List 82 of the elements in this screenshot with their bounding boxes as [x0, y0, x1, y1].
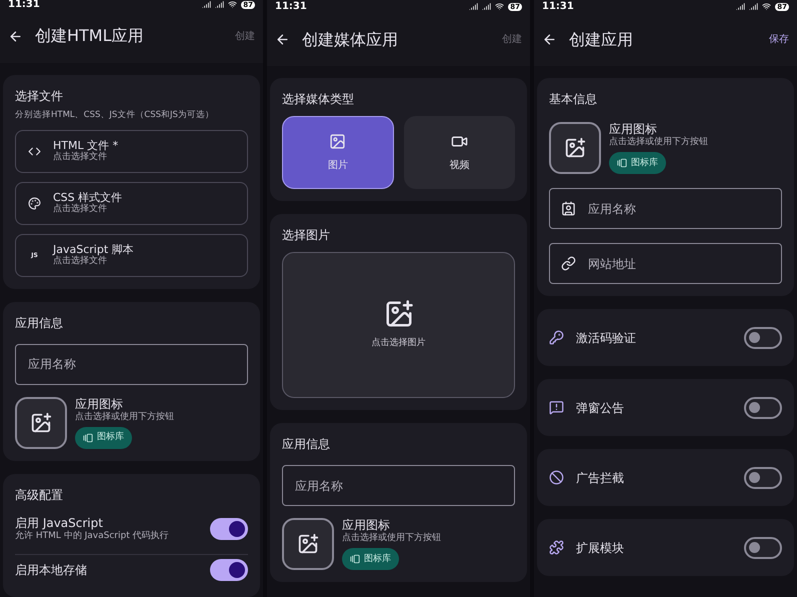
action-button[interactable]: 保存 [769, 32, 789, 47]
toggle-switch[interactable] [744, 396, 782, 419]
section-title: 选择媒体类型 [282, 91, 355, 108]
feature-label: 广告拦截 [576, 470, 625, 487]
file-label: JavaScript 脚本 [53, 242, 134, 256]
file-picker-row[interactable]: HTML 文件 * 点击选择文件 [15, 130, 248, 172]
section-title: 基本信息 [549, 91, 598, 108]
status-time: 11:31 [542, 0, 574, 12]
signal-icon [215, 0, 224, 10]
file-hint: 点击选择文件 [53, 256, 108, 268]
screen-title: 创建媒体应用 [302, 28, 399, 50]
section-subtitle: 分别选择HTML、CSS、JS文件（CSS和JS为可选） [15, 108, 215, 122]
setting-label: 启用本地存储 [15, 562, 87, 578]
wifi-icon [495, 2, 504, 11]
signal-icon [482, 2, 492, 11]
text-field[interactable]: 应用名称 [549, 188, 782, 230]
message-alert-icon [549, 400, 564, 416]
screen-title: 创建HTML应用 [35, 25, 145, 48]
icon-hint: 点击选择或使用下方按钮 [609, 137, 708, 148]
icon-label: 应用图标 [342, 518, 390, 532]
section-title: 应用信息 [282, 436, 331, 453]
icon-library-button[interactable]: 图标库 [75, 426, 132, 449]
icon-hint: 点击选择或使用下方按钮 [75, 412, 174, 423]
feature-label: 弹窗公告 [576, 400, 625, 417]
add-icon-tile[interactable] [549, 122, 601, 174]
signal-icon [202, 0, 212, 10]
puzzle-icon [549, 540, 564, 556]
image-plus-icon [564, 137, 586, 159]
gallery-icon [350, 554, 360, 564]
toggle-switch[interactable] [744, 326, 782, 349]
toggle-switch[interactable] [744, 536, 782, 559]
setting-hint: 允许 HTML 中的 JavaScript 代码执行 [15, 530, 169, 542]
link-icon [561, 256, 576, 272]
add-icon-tile[interactable] [282, 518, 334, 570]
section-title: 选择图片 [282, 227, 331, 244]
toggle-switch[interactable] [744, 466, 782, 489]
back-icon[interactable] [8, 28, 23, 44]
media-type-option[interactable]: 图片 [282, 116, 394, 189]
back-icon[interactable] [542, 32, 557, 47]
feature-label: 扩展模块 [576, 540, 625, 557]
id-card-icon [561, 201, 576, 216]
signal-icon [749, 2, 758, 11]
screen-title: 创建应用 [569, 28, 634, 50]
icon-label: 应用图标 [75, 396, 123, 412]
feature-label: 激活码验证 [576, 330, 637, 347]
file-hint: 点击选择文件 [53, 204, 108, 216]
app-name-field[interactable]: 应用名称 [15, 344, 248, 384]
file-label: CSS 样式文件 [53, 190, 122, 204]
wifi-icon [762, 2, 772, 11]
section-title: 高级配置 [15, 486, 64, 504]
setting-label: 启用 JavaScript [15, 516, 104, 530]
app-name-field[interactable]: 应用名称 [282, 465, 515, 506]
file-label: HTML 文件 * [53, 138, 118, 152]
prohibited-icon [549, 470, 564, 486]
signal-icon [736, 2, 746, 11]
gallery-icon [83, 432, 93, 443]
image-plus-icon [297, 533, 319, 555]
back-icon[interactable] [275, 32, 290, 47]
icon-library-button[interactable]: 图标库 [342, 548, 399, 570]
icon-hint: 点击选择或使用下方按钮 [342, 533, 441, 544]
image-plus-icon [384, 299, 414, 330]
icon-label: 应用图标 [609, 122, 657, 136]
code-icon [28, 144, 41, 158]
section-title: 选择文件 [15, 88, 64, 105]
gallery-icon [617, 158, 627, 168]
section-title: 应用信息 [15, 314, 64, 332]
add-icon-tile[interactable] [15, 396, 67, 448]
text-field[interactable]: 网站地址 [549, 243, 782, 284]
file-picker-row[interactable]: CSS 样式文件 点击选择文件 [15, 182, 248, 224]
key-icon [549, 330, 564, 346]
palette-icon [28, 196, 41, 210]
file-hint: 点击选择文件 [53, 152, 108, 164]
image-drop-area[interactable]: 点击选择图片 [282, 252, 515, 398]
media-type-option[interactable]: 视频 [404, 116, 515, 189]
icon-library-button[interactable]: 图标库 [609, 152, 666, 174]
image-plus-icon [30, 412, 52, 434]
toggle-switch[interactable] [210, 518, 248, 540]
wifi-icon [228, 0, 238, 10]
image-icon [329, 132, 346, 150]
status-time: 11:31 [275, 0, 307, 12]
toggle-switch[interactable] [210, 559, 248, 581]
signal-icon [469, 2, 478, 11]
